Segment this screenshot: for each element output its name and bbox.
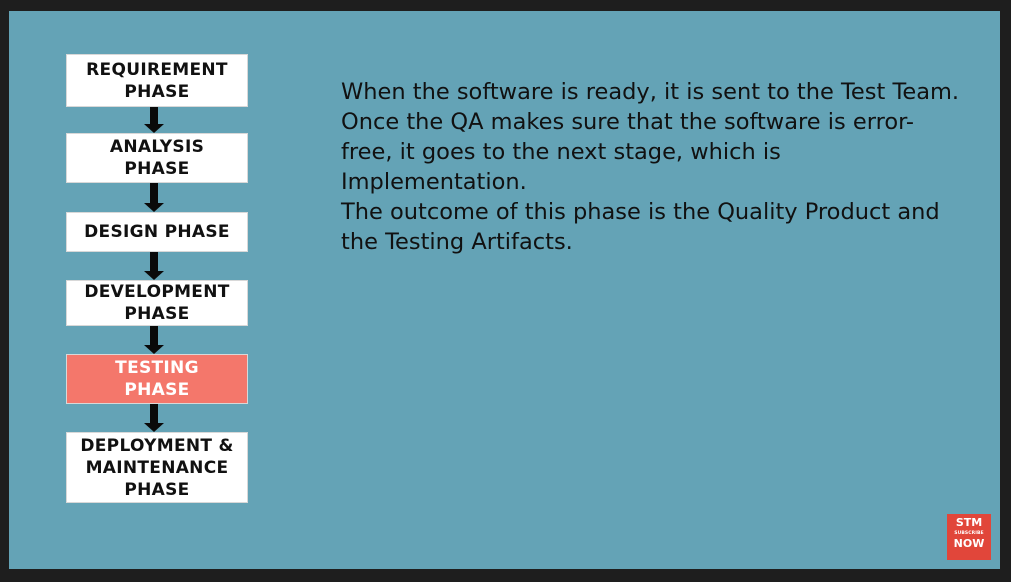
phase-box-analysis: ANALYSIS PHASE [66,133,248,183]
slide: REQUIREMENT PHASE ANALYSIS PHASE DESIGN … [9,11,1000,569]
phase-box-design: DESIGN PHASE [66,212,248,252]
badge-line: SUBSCRIBE [954,531,984,536]
phase-label: TESTING PHASE [115,358,199,400]
description-paragraph: When the software is ready, it is sent t… [341,79,960,195]
phase-label: REQUIREMENT PHASE [86,59,228,102]
phase-box-deployment-maintenance: DEPLOYMENT & MAINTENANCE PHASE [66,432,248,503]
down-arrow-icon [144,183,164,212]
down-arrow-icon [144,107,164,133]
phase-box-requirement: REQUIREMENT PHASE [66,54,248,107]
badge-line: NOW [953,537,985,550]
down-arrow-icon [144,404,164,432]
down-arrow-icon [144,326,164,354]
phase-label: DESIGN PHASE [84,222,230,242]
phase-box-testing: TESTING PHASE [66,354,248,404]
phase-label: DEVELOPMENT PHASE [84,282,230,324]
phase-label: DEPLOYMENT & MAINTENANCE PHASE [80,435,234,500]
subscribe-badge[interactable]: STM SUBSCRIBE NOW [947,514,991,560]
description-paragraph: The outcome of this phase is the Quality… [341,199,940,255]
phase-label: ANALYSIS PHASE [109,137,205,179]
phase-box-development: DEVELOPMENT PHASE [66,280,248,326]
phase-description: When the software is ready, it is sent t… [341,77,961,257]
badge-line: STM [955,516,983,529]
down-arrow-icon [144,252,164,280]
